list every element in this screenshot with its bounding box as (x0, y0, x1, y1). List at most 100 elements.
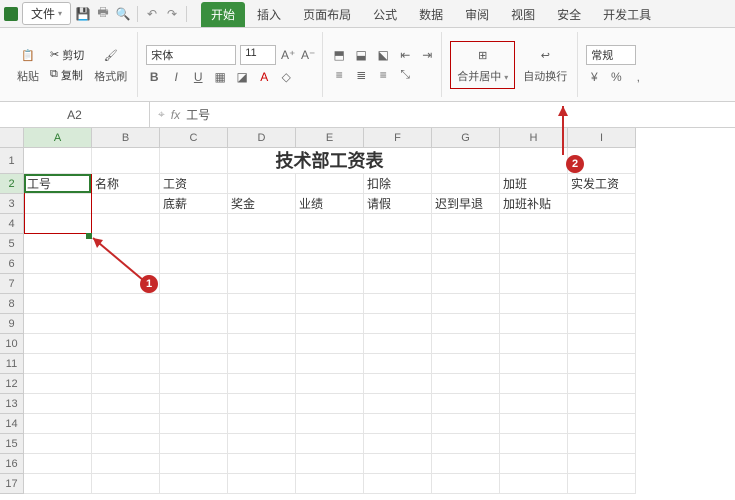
cell[interactable] (296, 354, 364, 374)
cell[interactable] (24, 148, 92, 174)
cell[interactable] (24, 254, 92, 274)
row-header[interactable]: 12 (0, 374, 24, 394)
cell[interactable] (24, 274, 92, 294)
cell[interactable] (92, 274, 160, 294)
cell[interactable] (364, 474, 432, 494)
cell[interactable]: 扣除 (364, 174, 432, 194)
save-icon[interactable]: 💾 (75, 6, 91, 22)
formula-input[interactable]: 工号 (186, 106, 210, 123)
cell[interactable] (228, 174, 296, 194)
cut-button[interactable]: ✂ 剪切 (48, 46, 86, 64)
cell[interactable] (364, 274, 432, 294)
underline-button[interactable]: U (190, 69, 206, 85)
cell[interactable] (296, 414, 364, 434)
fx-icon[interactable]: fx (171, 108, 180, 122)
decrease-font-icon[interactable]: A⁻ (300, 47, 316, 63)
row-header[interactable]: 10 (0, 334, 24, 354)
cell[interactable] (24, 234, 92, 254)
cell[interactable] (24, 474, 92, 494)
cell[interactable] (568, 254, 636, 274)
cell[interactable] (160, 254, 228, 274)
col-header[interactable]: F (364, 128, 432, 148)
cell[interactable] (500, 414, 568, 434)
print-icon[interactable]: 🖶 (95, 6, 111, 22)
cell[interactable] (296, 274, 364, 294)
cell[interactable]: 技术部工资表 (228, 148, 432, 174)
cell[interactable] (92, 194, 160, 214)
row-header[interactable]: 14 (0, 414, 24, 434)
cell[interactable] (160, 354, 228, 374)
cell[interactable] (364, 294, 432, 314)
cell[interactable] (296, 454, 364, 474)
cell[interactable] (296, 334, 364, 354)
col-header[interactable]: G (432, 128, 500, 148)
cell[interactable] (568, 414, 636, 434)
cell[interactable] (296, 434, 364, 454)
cell[interactable] (432, 254, 500, 274)
tab-formula[interactable]: 公式 (363, 2, 407, 27)
indent-increase-icon[interactable]: ⇥ (419, 47, 435, 63)
cell[interactable] (364, 414, 432, 434)
cell[interactable] (24, 314, 92, 334)
cell[interactable] (296, 474, 364, 494)
lookup-icon[interactable]: ⌖ (158, 107, 165, 122)
cell[interactable] (24, 414, 92, 434)
cell[interactable]: 工资 (160, 174, 228, 194)
col-header[interactable]: I (568, 128, 636, 148)
cell[interactable] (92, 434, 160, 454)
cell[interactable]: 业绩 (296, 194, 364, 214)
cell[interactable]: 工号 (24, 174, 92, 194)
cell[interactable] (568, 354, 636, 374)
cell[interactable] (568, 434, 636, 454)
cell[interactable] (432, 148, 500, 174)
cell[interactable] (92, 414, 160, 434)
cell[interactable] (24, 294, 92, 314)
bold-button[interactable]: B (146, 69, 162, 85)
cell[interactable] (432, 394, 500, 414)
cell[interactable] (432, 314, 500, 334)
cell[interactable] (92, 234, 160, 254)
clear-format-button[interactable]: ◇ (278, 69, 294, 85)
comma-icon[interactable]: , (630, 69, 646, 85)
copy-button[interactable]: ⧉ 复制 (48, 66, 86, 84)
cell[interactable] (364, 314, 432, 334)
cell[interactable] (92, 454, 160, 474)
redo-icon[interactable]: ↷ (164, 6, 180, 22)
tab-page-layout[interactable]: 页面布局 (293, 2, 361, 27)
cell[interactable] (568, 394, 636, 414)
align-middle-icon[interactable]: ⬓ (353, 47, 369, 63)
cell[interactable] (568, 334, 636, 354)
cell[interactable] (160, 334, 228, 354)
cell[interactable] (24, 454, 92, 474)
cell[interactable] (296, 314, 364, 334)
select-all-corner[interactable] (0, 128, 24, 148)
preview-icon[interactable]: 🔍 (115, 6, 131, 22)
cell[interactable] (296, 214, 364, 234)
cell[interactable] (24, 354, 92, 374)
col-header[interactable]: B (92, 128, 160, 148)
align-bottom-icon[interactable]: ⬕ (375, 47, 391, 63)
cell[interactable] (432, 454, 500, 474)
cell[interactable] (364, 254, 432, 274)
cell[interactable] (364, 434, 432, 454)
cell[interactable] (500, 474, 568, 494)
cell[interactable] (296, 254, 364, 274)
col-header[interactable]: H (500, 128, 568, 148)
cell[interactable] (228, 394, 296, 414)
cell[interactable] (92, 394, 160, 414)
cell[interactable] (568, 294, 636, 314)
cell[interactable] (228, 234, 296, 254)
cell[interactable] (160, 414, 228, 434)
cell[interactable] (364, 334, 432, 354)
name-box[interactable]: A2 (0, 102, 150, 127)
currency-icon[interactable]: ¥ (586, 69, 602, 85)
cell[interactable] (92, 254, 160, 274)
cell[interactable] (432, 474, 500, 494)
cell[interactable] (364, 374, 432, 394)
align-left-icon[interactable]: ≡ (331, 67, 347, 83)
cell[interactable] (364, 394, 432, 414)
row-header[interactable]: 16 (0, 454, 24, 474)
cell[interactable] (364, 354, 432, 374)
cell[interactable] (228, 214, 296, 234)
cell[interactable] (500, 314, 568, 334)
